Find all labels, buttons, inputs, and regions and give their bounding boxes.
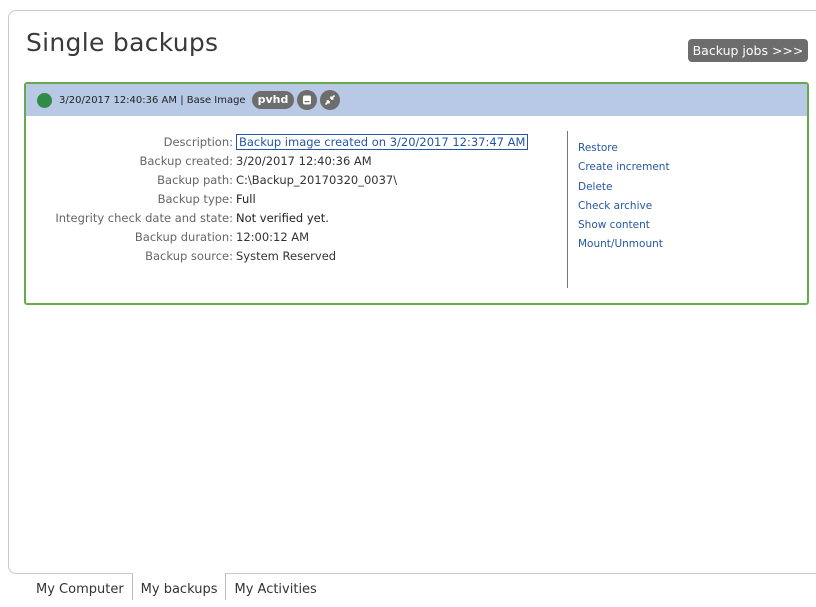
divider	[567, 131, 568, 288]
delete-link[interactable]: Delete	[578, 178, 670, 197]
detail-label: Backup source:	[145, 248, 233, 263]
page-title: Single backups	[26, 28, 219, 57]
detail-row-source: Backup source: System Reserved	[26, 246, 558, 265]
tab-my-backups[interactable]: My backups	[131, 573, 227, 600]
detail-value: Not verified yet.	[236, 210, 329, 225]
detail-row-type: Backup type: Full	[26, 189, 558, 208]
detail-label: Backup type:	[157, 191, 233, 206]
show-content-link[interactable]: Show content	[578, 216, 670, 235]
description-field[interactable]: Backup image created on 3/20/2017 12:37:…	[236, 133, 529, 150]
detail-value: C:\Backup_20170320_0037\	[236, 172, 398, 187]
restore-link[interactable]: Restore	[578, 139, 670, 158]
backup-jobs-button[interactable]: Backup jobs >>>	[688, 39, 808, 62]
backup-header-text: 3/20/2017 12:40:36 AM | Base Image	[59, 94, 246, 106]
detail-label: Integrity check date and state:	[55, 210, 233, 225]
detail-row-integrity: Integrity check date and state: Not veri…	[26, 208, 558, 227]
detail-label: Description:	[163, 134, 233, 149]
create-increment-link[interactable]: Create increment	[578, 158, 670, 177]
bottom-tabs: My Computer My backups My Activities	[24, 573, 325, 600]
pvhd-badge: pvhd	[251, 91, 295, 109]
mount-unmount-link[interactable]: Mount/Unmount	[578, 235, 670, 254]
detail-value: Full	[236, 191, 256, 206]
detail-label: Backup created:	[139, 153, 234, 168]
detail-row-created: Backup created: 3/20/2017 12:40:36 AM	[26, 151, 558, 170]
tab-my-computer[interactable]: My Computer	[24, 573, 132, 600]
detail-label: Backup path:	[157, 172, 233, 187]
detail-value: 3/20/2017 12:40:36 AM	[236, 153, 372, 168]
backup-card-header[interactable]: 3/20/2017 12:40:36 AM | Base Image pvhd	[26, 84, 807, 116]
detail-row-description: Description: Backup image created on 3/2…	[26, 132, 558, 151]
tab-my-activities[interactable]: My Activities	[226, 573, 324, 600]
backup-details: Description: Backup image created on 3/2…	[26, 132, 558, 265]
detail-label: Backup duration:	[134, 229, 233, 244]
compress-icon	[320, 90, 341, 110]
backup-actions: Restore Create increment Delete Check ar…	[578, 139, 670, 255]
check-archive-link[interactable]: Check archive	[578, 197, 670, 216]
detail-value: System Reserved	[236, 248, 337, 263]
detail-value: 12:00:12 AM	[236, 229, 310, 244]
status-dot-icon	[37, 92, 52, 108]
detail-row-path: Backup path: C:\Backup_20170320_0037\	[26, 170, 558, 189]
backup-card: 3/20/2017 12:40:36 AM | Base Image pvhd …	[24, 82, 809, 305]
detail-row-duration: Backup duration: 12:00:12 AM	[26, 227, 558, 246]
disk-icon	[297, 90, 318, 110]
